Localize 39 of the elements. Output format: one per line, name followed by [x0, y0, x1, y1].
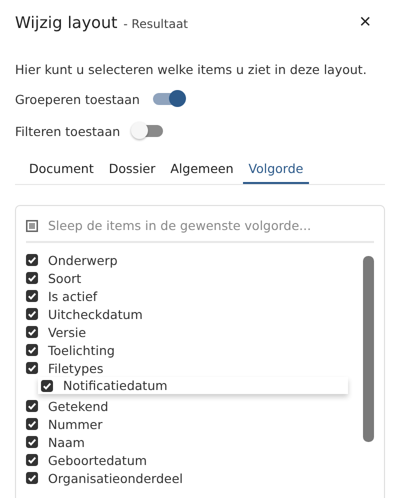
item-label: Geboortedatum — [48, 452, 147, 468]
checkbox[interactable] — [26, 362, 38, 374]
checkbox[interactable] — [26, 418, 38, 430]
item-label: Filetypes — [48, 360, 104, 376]
checkbox[interactable] — [26, 344, 38, 356]
checkbox[interactable] — [26, 308, 38, 320]
item-label: Uitcheckdatum — [48, 306, 143, 322]
item-label: Toelichting — [48, 342, 115, 358]
checkbox[interactable] — [26, 454, 38, 466]
item-label: Notificatiedatum — [63, 378, 168, 393]
dialog-title: Wijzig layout — [15, 13, 118, 32]
checkbox[interactable] — [26, 472, 38, 484]
tab[interactable]: Algemeen — [164, 157, 240, 184]
checkbox[interactable] — [26, 436, 38, 448]
checkbox[interactable] — [26, 400, 38, 412]
item-label: Nummer — [48, 416, 102, 432]
tab[interactable]: Document — [23, 157, 100, 184]
item-label: Organisatieonderdeel — [48, 470, 183, 486]
close-button[interactable]: × — [355, 12, 375, 32]
tab[interactable]: Volgorde — [242, 157, 310, 184]
dialog-subtitle: - Resultaat — [123, 17, 188, 31]
item-label: Is actief — [48, 288, 98, 304]
item-label: Naam — [48, 434, 85, 450]
checkbox[interactable] — [26, 272, 38, 284]
checkbox[interactable] — [26, 290, 38, 302]
intro-text: Hier kunt u selecteren welke items u ziet in deze layout. — [15, 62, 368, 77]
dragged-item[interactable]: Notificatiedatum — [38, 377, 348, 394]
item-label: Soort — [48, 270, 82, 286]
item-label: Onderwerp — [48, 252, 118, 268]
toggle-label: Groeperen toestaan — [15, 92, 140, 106]
list-icon — [26, 220, 38, 232]
item-label: Versie — [48, 324, 86, 340]
checkbox[interactable] — [26, 254, 38, 266]
checkbox[interactable] — [26, 326, 38, 338]
toggle-label: Filteren toestaan — [15, 124, 120, 138]
item-label: Getekend — [48, 398, 108, 414]
tab[interactable]: Dossier — [102, 157, 162, 184]
checkbox[interactable] — [41, 380, 53, 392]
scrollbar[interactable] — [363, 256, 374, 442]
